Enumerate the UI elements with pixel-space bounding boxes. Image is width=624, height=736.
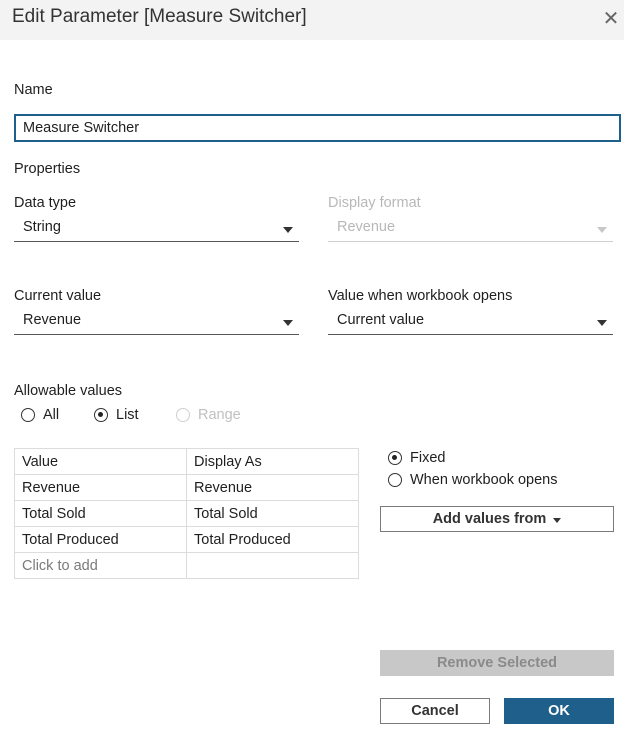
allowable-values-label: Allowable values [14,383,123,399]
table-cell-display-as[interactable]: Total Sold [186,500,359,527]
allowable-range-radio: Range [176,407,241,423]
ok-button[interactable]: OK [504,698,614,724]
current-value-value: Revenue [23,312,82,328]
display-format-dropdown: Revenue [328,216,613,242]
display-format-value: Revenue [337,219,396,235]
table-row[interactable]: Revenue Revenue [14,474,359,501]
allowable-all-radio[interactable]: All [21,407,59,423]
chevron-down-icon [553,517,562,523]
radio-circle-icon [176,408,190,422]
value-when-opens-label: Value when workbook opens [328,288,513,304]
table-row[interactable]: Total Produced Total Produced [14,526,359,553]
chevron-down-icon [597,227,607,233]
table-row[interactable]: Total Sold Total Sold [14,500,359,527]
chevron-down-icon [283,227,293,233]
close-icon[interactable]: ✕ [600,8,622,30]
table-cell-value[interactable]: Total Sold [14,500,187,527]
table-header-row: Value Display As [14,448,359,475]
chevron-down-icon [597,320,607,326]
radio-circle-icon [21,408,35,422]
display-format-label: Display format [328,195,421,211]
allowable-range-label: Range [198,407,241,423]
values-table[interactable]: Value Display As Revenue Revenue Total S… [14,448,359,579]
column-header-display-as: Display As [186,448,359,475]
allowable-list-label: List [116,407,139,423]
fixed-label: Fixed [410,450,446,466]
current-value-label: Current value [14,288,102,304]
properties-heading: Properties [14,161,81,177]
table-cell-value[interactable]: Total Produced [14,526,187,553]
table-cell-display-as[interactable]: Revenue [186,474,359,501]
radio-checked-icon [388,451,402,465]
radio-circle-icon [388,473,402,487]
table-cell-empty[interactable] [186,552,359,579]
data-type-value: String [23,219,61,235]
value-when-opens-dropdown[interactable]: Current value [328,309,613,335]
current-value-dropdown[interactable]: Revenue [14,309,299,335]
chevron-down-icon [283,320,293,326]
name-input[interactable] [14,114,621,142]
dialog-title-bar: Edit Parameter [Measure Switcher] ✕ [0,0,624,40]
cancel-button[interactable]: Cancel [380,698,490,724]
allowable-list-radio[interactable]: List [94,407,139,423]
remove-selected-button: Remove Selected [380,650,614,676]
click-to-add-cell[interactable]: Click to add [14,552,187,579]
add-values-from-button[interactable]: Add values from [380,506,614,532]
when-workbook-opens-label: When workbook opens [410,472,558,488]
fixed-radio[interactable]: Fixed [388,450,445,466]
when-workbook-opens-radio[interactable]: When workbook opens [388,472,558,488]
table-cell-value[interactable]: Revenue [14,474,187,501]
name-label: Name [14,82,53,98]
add-values-from-label: Add values from [432,511,547,527]
table-add-row[interactable]: Click to add [14,552,359,579]
allowable-all-label: All [43,407,60,423]
column-header-value: Value [14,448,187,475]
value-when-opens-value: Current value [337,312,425,328]
data-type-label: Data type [14,195,77,211]
dialog-title: Edit Parameter [Measure Switcher] [12,6,307,27]
table-cell-display-as[interactable]: Total Produced [186,526,359,553]
data-type-dropdown[interactable]: String [14,216,299,242]
radio-checked-icon [94,408,108,422]
